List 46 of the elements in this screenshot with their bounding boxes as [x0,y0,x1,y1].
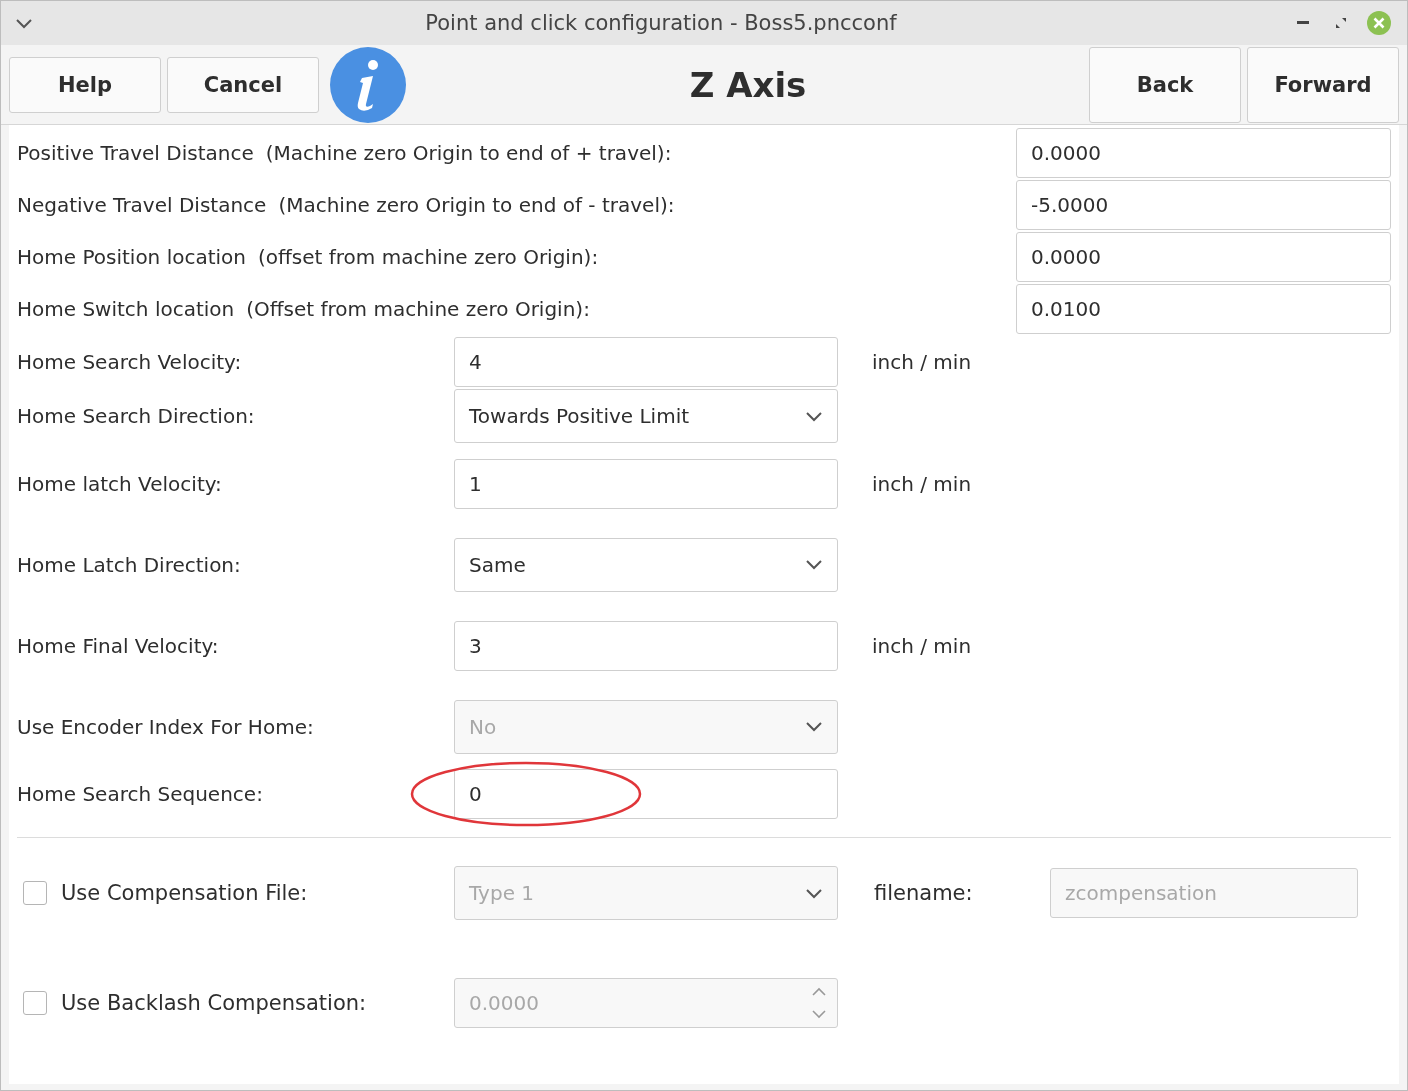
input-field[interactable]: 0.0000 [1016,128,1391,178]
restore-icon[interactable] [1335,17,1347,29]
chevron-down-icon [805,887,823,899]
toolbar-button[interactable]: Cancel [167,56,319,113]
field-note: (Offset from machine zero Origin): [246,297,590,321]
checkbox-label: Use Compensation File: [61,881,309,905]
chevron-down-icon [805,559,823,570]
info-icon[interactable] [329,45,407,124]
input-field[interactable]: 3 [454,620,838,671]
input-field[interactable]: 0 [454,769,838,819]
field-label: Home Latch Direction: [17,552,242,577]
field-label: Home Final Velocity: [17,633,220,658]
input-field[interactable]: 1 [454,458,838,509]
field-label: Negative Travel Distance [17,193,267,217]
unit-label: inch / min [872,350,972,374]
field-label: Home latch Velocity: [17,471,223,496]
field-label: filename: [874,881,974,905]
input-field[interactable]: 0.0100 [1016,284,1391,334]
checkbox-label: Use Backlash Compensation: [61,991,368,1015]
dropdown[interactable]: Towards Positive Limit [454,389,838,443]
input-field[interactable]: 0.0000 [1016,232,1391,282]
field-label: Home Position location [17,245,246,269]
field-label: Home Switch location [17,297,235,321]
menu-chevron-icon [15,17,33,29]
unit-label: inch / min [872,471,972,496]
navigation-button[interactable]: Forward [1247,46,1399,123]
dropdown[interactable]: Same [454,537,838,592]
field-label: Home Search Sequence: [17,782,264,806]
field-note: (Machine zero Origin to end of - travel): [278,193,675,217]
input-field[interactable]: 4 [454,337,838,387]
chevron-down-icon [805,410,823,422]
field-label: Home Search Direction: [17,404,256,428]
field-label: Use Encoder Index For Home: [17,714,315,739]
unit-label: inch / min [872,633,972,658]
page-heading: Z Axis [688,64,808,105]
input-field[interactable]: -5.0000 [1016,180,1391,230]
navigation-button[interactable]: Back [1089,46,1241,123]
field-note: (Machine zero Origin to end of + travel): [265,141,672,165]
minimize-icon[interactable] [1297,21,1309,25]
field-label: Home Search Velocity: [17,350,243,374]
field-note: (offset from machine zero Origin): [258,245,599,269]
toolbar-button[interactable]: Help [9,56,161,113]
field-label: Positive Travel Distance [17,141,254,165]
window-title: Point and click configuration - Boss5.pncconf [424,11,898,35]
close-icon[interactable] [1366,10,1392,36]
chevron-down-icon [805,721,823,732]
